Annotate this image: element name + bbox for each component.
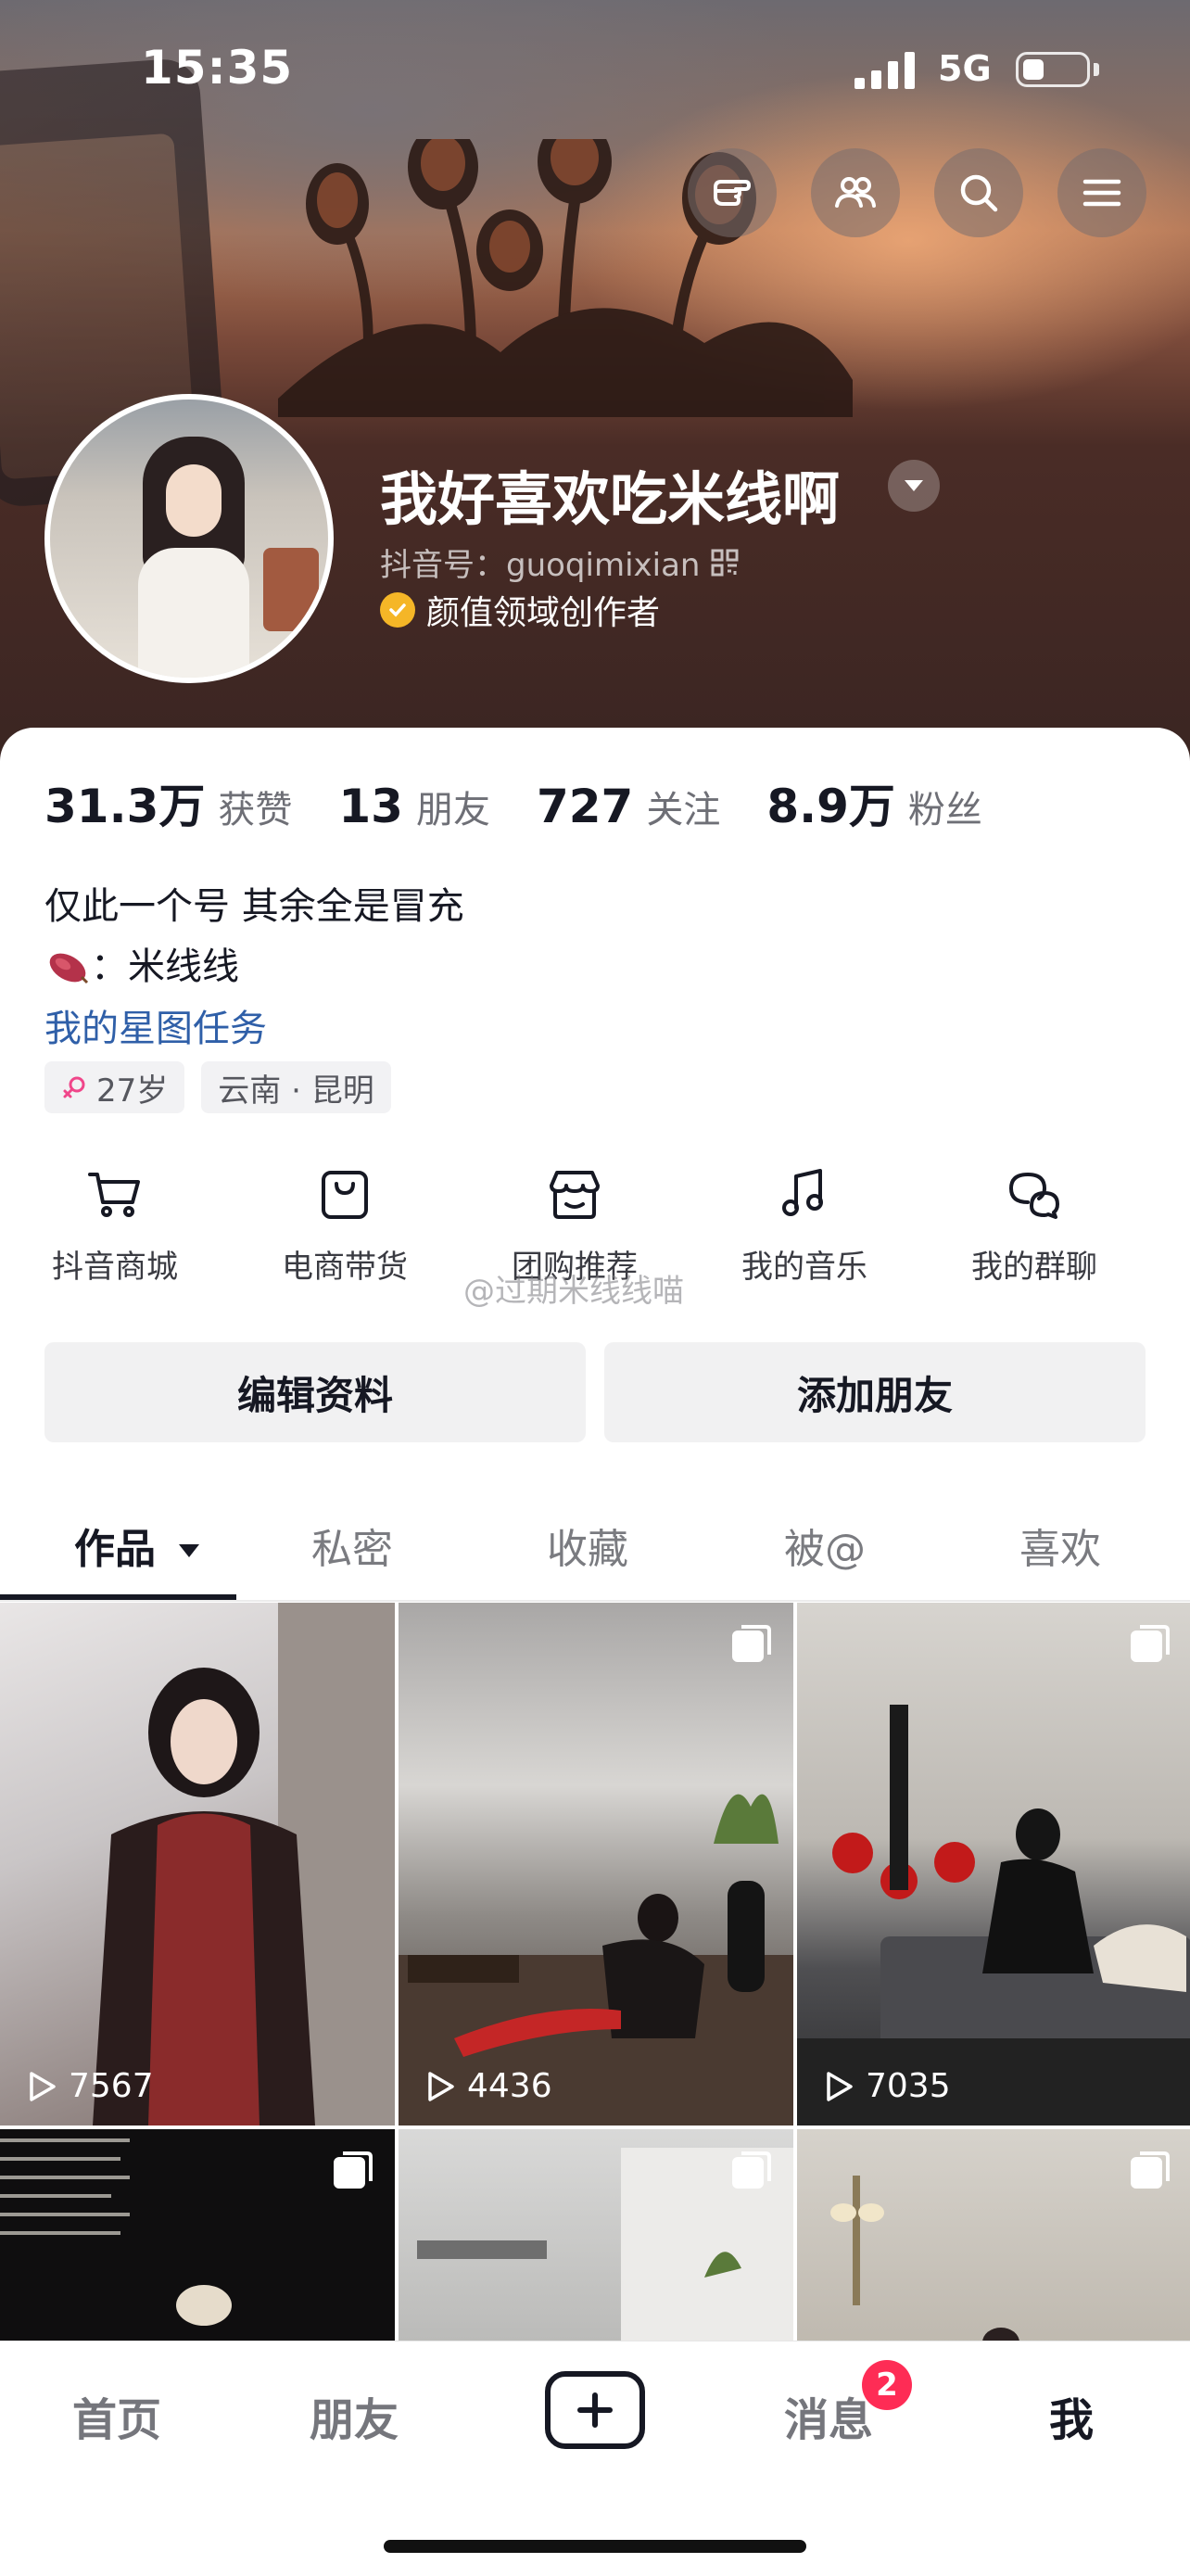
account-switch-button[interactable]: [888, 460, 940, 512]
friends-icon: [835, 177, 876, 208]
cart-icon: [88, 1173, 140, 1217]
multi-image-icon: [732, 2151, 771, 2189]
nav-home[interactable]: 首页: [72, 2383, 161, 2448]
play-icon: [30, 2071, 56, 2101]
video-figure: [797, 1705, 1190, 2126]
point-hand-button[interactable]: [688, 148, 777, 237]
stat-following[interactable]: 727 关注: [537, 780, 720, 833]
menu-button[interactable]: [1057, 148, 1146, 237]
tab-mentions[interactable]: 被@: [784, 1516, 866, 1575]
creator-badge[interactable]: 颜值领域创作者: [380, 586, 660, 634]
play-count: 7035: [821, 2067, 951, 2105]
menu-icon: [1082, 179, 1121, 207]
battery-icon: [1016, 52, 1090, 87]
play-icon: [428, 2071, 454, 2101]
content-tabs: 作品 私密 收藏 被@ 喜欢: [0, 1516, 1190, 1599]
messages-badge: 2: [862, 2360, 912, 2410]
username: 我好喜欢吃米线啊: [380, 465, 841, 533]
profile-card: 31.3万 获赞 13 朋友 727 关注 8.9万 粉丝 仅此一个号 其余全是冒充 ：…: [0, 728, 1190, 2575]
creator-badge-label: 颜值领域创作者: [426, 594, 661, 632]
nav-messages[interactable]: 消息: [784, 2383, 873, 2448]
status-time: 15:35: [141, 41, 294, 95]
service-douyin-mall[interactable]: 抖音商城: [0, 1163, 230, 1287]
service-my-music[interactable]: 我的音乐: [690, 1163, 919, 1287]
create-button[interactable]: [545, 2371, 645, 2449]
nav-me[interactable]: 我: [1049, 2383, 1094, 2448]
video-figure: [399, 1794, 793, 2126]
stat-friends[interactable]: 13 朋友: [338, 780, 490, 833]
multi-image-icon: [732, 1625, 771, 1662]
plus-icon: [577, 2392, 613, 2428]
add-friend-button[interactable]: 添加朋友: [604, 1342, 1146, 1442]
location-tag: 云南 · 昆明: [201, 1061, 391, 1113]
age-tag: 27岁: [44, 1061, 185, 1113]
signal-icon: [855, 52, 915, 89]
network-type: 5G: [938, 48, 992, 89]
video-tile[interactable]: [0, 2129, 395, 2361]
video-tile[interactable]: [399, 2129, 793, 2361]
verified-check-icon: [380, 592, 415, 628]
douyin-id-text: 抖音号：guoqimixian: [380, 547, 701, 584]
bio-line-2: ：米线线: [44, 936, 239, 990]
tab-likes[interactable]: 喜欢: [1019, 1516, 1101, 1575]
store-icon: [550, 1171, 600, 1219]
video-tile[interactable]: [797, 2129, 1190, 2361]
qr-code-icon: [711, 549, 739, 576]
video-grid: 7567 4436 7035: [0, 1603, 1190, 2361]
douyin-id[interactable]: 抖音号：guoqimixian: [380, 539, 739, 585]
stat-likes[interactable]: 31.3万 获赞: [44, 769, 292, 836]
play-count: 7567: [24, 2067, 154, 2105]
multi-image-icon: [1131, 2151, 1170, 2189]
play-icon: [827, 2071, 853, 2101]
point-hand-icon: [714, 180, 751, 206]
female-icon: [63, 1076, 85, 1098]
caret-down-icon: [905, 480, 923, 491]
caret-down-icon: [179, 1544, 200, 1557]
music-icon: [782, 1169, 823, 1216]
tab-works[interactable]: 作品: [74, 1516, 201, 1575]
nav-friends[interactable]: 朋友: [310, 2383, 399, 2448]
video-tile[interactable]: 4436: [399, 1603, 793, 2126]
watermark: @过期米线线喵: [463, 1273, 684, 1310]
bio-line-1: 仅此一个号 其余全是冒充: [44, 885, 464, 928]
multi-image-icon: [334, 2151, 373, 2189]
play-count: 4436: [423, 2067, 552, 2105]
search-icon: [960, 174, 998, 212]
edit-profile-button[interactable]: 编辑资料: [44, 1342, 586, 1442]
video-tile[interactable]: 7035: [797, 1603, 1190, 2126]
tab-private[interactable]: 私密: [311, 1516, 393, 1575]
avatar[interactable]: [44, 394, 334, 683]
home-indicator: [384, 2540, 806, 2553]
sweet-potato-icon: [49, 953, 89, 984]
bag-icon: [322, 1171, 368, 1219]
service-ecommerce[interactable]: 电商带货: [230, 1163, 460, 1287]
service-group-chat[interactable]: 我的群聊: [919, 1163, 1149, 1287]
stat-followers[interactable]: 8.9万 粉丝: [766, 769, 982, 836]
multi-image-icon: [1131, 1625, 1170, 1662]
video-tile[interactable]: 7567: [0, 1603, 395, 2126]
search-button[interactable]: [934, 148, 1023, 237]
tab-favorites[interactable]: 收藏: [547, 1516, 628, 1575]
stats-row: 31.3万 获赞 13 朋友 727 关注 8.9万 粉丝: [44, 769, 982, 836]
star-task-link[interactable]: 我的星图任务: [44, 998, 267, 1052]
profile-tags: 27岁 云南 · 昆明: [44, 1061, 391, 1113]
chat-icon: [1009, 1173, 1059, 1219]
friends-button[interactable]: [811, 148, 900, 237]
video-figure: [93, 1603, 395, 2126]
